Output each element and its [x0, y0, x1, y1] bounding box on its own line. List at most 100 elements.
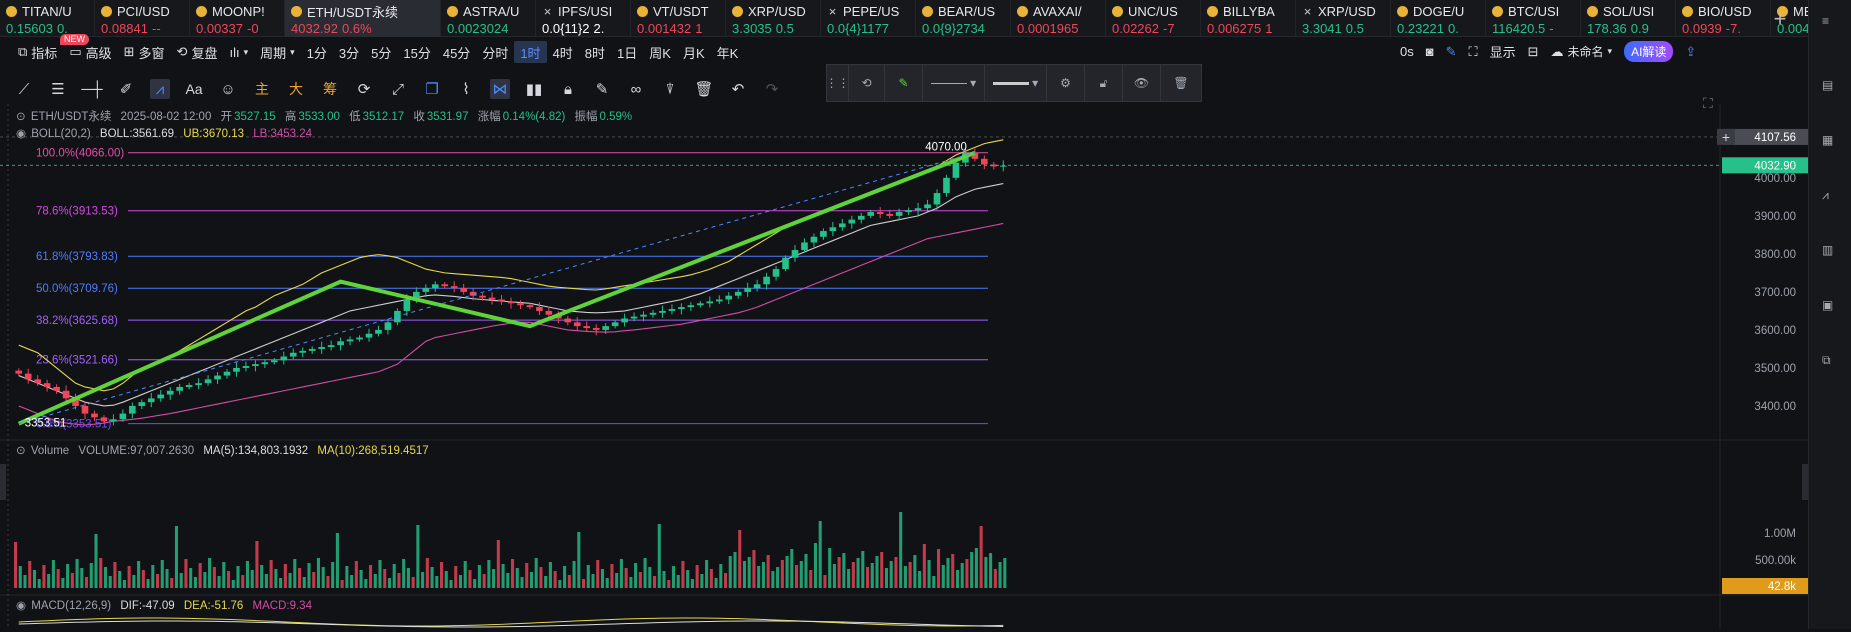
- interval-tab[interactable]: 分时: [476, 41, 514, 63]
- trend-line-icon[interactable]: ⟋: [14, 79, 34, 99]
- measure-icon[interactable]: ⤢: [388, 79, 408, 99]
- line-color-icon[interactable]: ✎: [885, 64, 923, 102]
- watchlist-icon[interactable]: ▤: [1822, 78, 1840, 96]
- copy-icon[interactable]: ❐: [422, 79, 442, 99]
- display-button[interactable]: 显示: [1490, 42, 1516, 61]
- layers-icon[interactable]: ⧉: [1822, 353, 1840, 371]
- lock-icon[interactable]: 🔒︎: [558, 79, 578, 99]
- emoji-icon[interactable]: ☺: [218, 79, 238, 99]
- chart-icon[interactable]: ⩘: [1822, 188, 1840, 206]
- unnamed-layout[interactable]: 未命名: [1568, 43, 1604, 60]
- ticker-tab[interactable]: ASTRA/U 0.0023024: [441, 0, 536, 37]
- big-order-button[interactable]: 大: [286, 79, 306, 99]
- ticker-tab[interactable]: × IPFS/USI 0.0{11}2 2.: [536, 0, 631, 37]
- cloud-icon[interactable]: ☁: [1551, 44, 1564, 60]
- interval-tab[interactable]: 1时: [514, 41, 547, 63]
- ai-analysis-button[interactable]: AI解读: [1624, 41, 1674, 62]
- horizontal-lines-icon[interactable]: ☰: [48, 79, 68, 99]
- candlestick-chart[interactable]: 100.0%(4066.00) 78.6%(3913.53) 61.8%(3793.…: [0, 104, 1808, 629]
- orderbook-icon[interactable]: ▦: [1822, 133, 1840, 151]
- brush-icon[interactable]: ✐: [116, 79, 136, 99]
- settings-icon[interactable]: ⚙: [1047, 64, 1085, 102]
- ticker-tab[interactable]: BIO/USD 0.0939 -7.: [1676, 0, 1771, 37]
- chevron-down-icon[interactable]: ▾: [1608, 46, 1613, 57]
- lock-icon[interactable]: 🔓︎: [1085, 64, 1123, 102]
- period-dropdown[interactable]: 周期 ▾: [254, 41, 301, 63]
- add-tab-icon[interactable]: +: [1760, 0, 1800, 37]
- edit-icon[interactable]: ✎: [592, 79, 612, 99]
- volume-bar: [884, 568, 889, 588]
- volume-bar: [681, 561, 685, 588]
- chart-area[interactable]: 100.0%(4066.00) 78.6%(3913.53) 61.8%(3793.…: [0, 95, 1808, 629]
- data-icon[interactable]: ▥: [1822, 243, 1840, 261]
- interval-tab[interactable]: 年K: [711, 41, 745, 63]
- drag-handle-icon[interactable]: ⋮⋮: [826, 64, 850, 102]
- interval-tab[interactable]: 45分: [437, 41, 476, 63]
- interval-tab[interactable]: 周K: [643, 41, 677, 63]
- ticker-tab[interactable]: TITAN/U 0.15603 0.: [0, 0, 95, 37]
- ticker-tab[interactable]: × XRP/USD 3.3041 0.5: [1296, 0, 1391, 37]
- text-icon[interactable]: Aa: [184, 79, 204, 99]
- calculator-icon[interactable]: ▣: [1822, 298, 1840, 316]
- info-eye-icon[interactable]: ⊙: [16, 111, 26, 123]
- layout-icon[interactable]: ⊟: [1528, 44, 1539, 60]
- boll-toggle-icon[interactable]: ◉: [16, 128, 26, 140]
- candle-body: [15, 370, 23, 374]
- indicators-button[interactable]: ⧉ 指标: [12, 41, 63, 63]
- bars-icon[interactable]: ▮▮: [524, 79, 544, 99]
- link-icon[interactable]: ∞: [626, 79, 646, 99]
- macd-bell-icon[interactable]: ◉: [16, 600, 26, 612]
- interval-tab[interactable]: 5分: [365, 41, 397, 63]
- ticker-tab[interactable]: VT/USDT 0.001432 1: [631, 0, 726, 37]
- interval-tab[interactable]: 15分: [397, 41, 436, 63]
- ticker-tab[interactable]: BTC/USI 116420.5-: [1486, 0, 1581, 37]
- magnet-icon[interactable]: ⋈: [490, 79, 510, 99]
- ticker-tab[interactable]: ETH/USDT永续 4032.92 0.6%: [285, 0, 441, 37]
- interval-tab[interactable]: 1日: [611, 41, 643, 63]
- filter-icon[interactable]: ⍒: [660, 79, 680, 99]
- redo-icon[interactable]: ↷: [762, 79, 782, 99]
- multi-window-button[interactable]: ⊞ 多窗: [118, 41, 171, 63]
- ticker-tab[interactable]: AVAXAI/0.0001965: [1011, 0, 1106, 37]
- interval-tab[interactable]: 1分: [301, 41, 333, 63]
- menu-icon[interactable]: ≡: [1822, 14, 1840, 32]
- interval-tab[interactable]: 月K: [677, 41, 711, 63]
- chart-type-button[interactable]: ılı ▾: [223, 41, 254, 63]
- chips-button[interactable]: 筹: [320, 79, 340, 99]
- ticker-tab[interactable]: BILLYBA 0.006275 1: [1201, 0, 1296, 37]
- ticker-tab[interactable]: PCI/USD 0.08841 --: [95, 0, 190, 37]
- ruler-icon[interactable]: ⌇: [456, 79, 476, 99]
- line-width-dropdown[interactable]: ▾: [985, 64, 1047, 102]
- undo-icon[interactable]: ↶: [728, 79, 748, 99]
- fullscreen-icon[interactable]: ⛶: [1469, 44, 1478, 60]
- maximize-icon[interactable]: ⛶: [1703, 95, 1713, 112]
- pen-icon[interactable]: ✎: [1446, 44, 1457, 60]
- candle-body: [725, 295, 733, 300]
- interval-tab[interactable]: 8时: [579, 41, 611, 63]
- ticker-tab[interactable]: XRP/USD 3.3035 0.5: [726, 0, 821, 37]
- volume-eye-icon[interactable]: ⊙: [16, 445, 26, 457]
- pattern-icon[interactable]: ⩘: [150, 79, 170, 99]
- ticker-tab[interactable]: UNC/US 0.02262 -7: [1106, 0, 1201, 37]
- candle-body: [848, 219, 856, 224]
- snap-icon[interactable]: ⟳: [354, 79, 374, 99]
- ticker-tab[interactable]: × PEPE/US 0.0{4}1177: [821, 0, 916, 37]
- template-icon[interactable]: ⟲: [849, 64, 885, 102]
- high-value: 3533.00: [298, 111, 340, 123]
- delete-icon[interactable]: 🗑︎: [1161, 64, 1201, 102]
- visibility-icon[interactable]: 👁︎: [1123, 64, 1161, 102]
- ticker-tab[interactable]: BEAR/US 0.0{9}2734: [916, 0, 1011, 37]
- camera-icon[interactable]: ◙: [1426, 44, 1434, 59]
- volume-bar: [861, 551, 865, 588]
- trash-icon[interactable]: 🗑︎: [694, 79, 714, 99]
- main-force-button[interactable]: 主: [252, 79, 272, 99]
- interval-tab[interactable]: 3分: [333, 41, 365, 63]
- share-icon[interactable]: ⇪: [1685, 44, 1696, 60]
- ticker-tab[interactable]: DOGE/U 0.23221 0.: [1391, 0, 1486, 37]
- ticker-tab[interactable]: MOONP! 0.00337 -0: [190, 0, 285, 37]
- line-style-dropdown[interactable]: ▾: [923, 64, 985, 102]
- replay-button[interactable]: ⟲ 复盘: [171, 41, 224, 63]
- interval-tab[interactable]: 4时: [547, 41, 579, 63]
- ray-icon[interactable]: ─┼: [81, 79, 102, 99]
- ticker-tab[interactable]: SOL/USI 178.36 0.9: [1581, 0, 1676, 37]
